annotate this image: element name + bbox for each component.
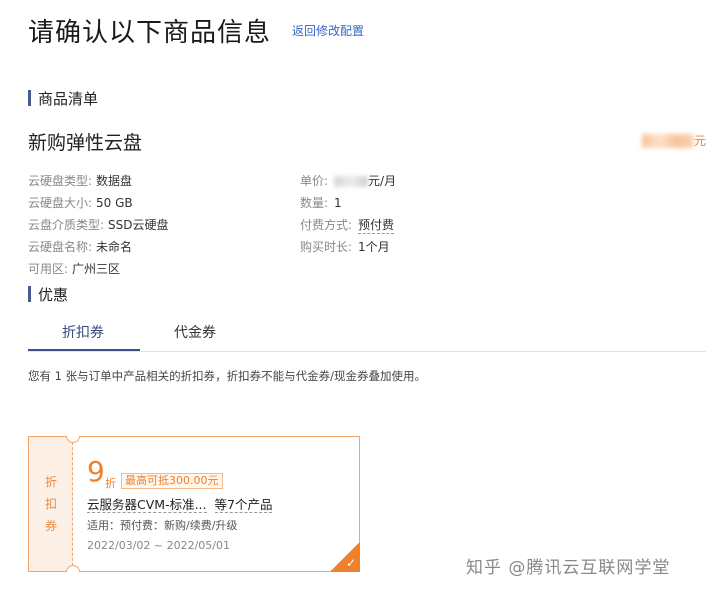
coupon-side-panel: 折 扣 券 bbox=[29, 437, 73, 571]
coupon-type-char: 折 bbox=[44, 475, 57, 489]
check-glyph: ✓ bbox=[345, 556, 356, 570]
spec-row: 云盘介质类型: SSD云硬盘 bbox=[28, 214, 169, 236]
coupon-type-char: 券 bbox=[44, 519, 57, 533]
product-total-price: 元 bbox=[641, 132, 706, 149]
spec-row: 可用区: 广州三区 bbox=[28, 258, 169, 280]
unit-price-suffix: 元/月 bbox=[368, 174, 397, 188]
coupon-notch-bottom bbox=[66, 565, 80, 572]
spec-key: 数量: bbox=[300, 196, 329, 210]
product-specs-right: 单价: 元/月 数量: 1 付费方式: 预付费 购买时长: 1个月 bbox=[300, 170, 396, 258]
spec-row: 云硬盘大小: 50 GB bbox=[28, 192, 169, 214]
spec-value: 数据盘 bbox=[96, 174, 133, 188]
coupon-product-more[interactable]: 等7个产品 bbox=[214, 497, 273, 513]
coupon-type-label: 折 扣 券 bbox=[29, 471, 73, 537]
coupon-tabs: 折扣券 代金券 bbox=[28, 312, 706, 352]
coupon-usage: 适用：预付费：新购/续费/升级 bbox=[87, 519, 238, 532]
price-currency: 元 bbox=[693, 134, 706, 148]
spec-value: 未命名 bbox=[96, 240, 133, 254]
coupon-discount-unit: 折 bbox=[105, 477, 116, 490]
spec-value: 50 GB bbox=[96, 196, 133, 210]
spec-key: 云硬盘类型: bbox=[28, 174, 93, 188]
spec-row-payment: 付费方式: 预付费 bbox=[300, 214, 396, 236]
coupon-max-deduction-badge: 最高可抵300.00元 bbox=[121, 473, 223, 489]
spec-key: 云硬盘大小: bbox=[28, 196, 93, 210]
tab-discount-coupon[interactable]: 折扣券 bbox=[62, 322, 104, 342]
spec-key: 云硬盘名称: bbox=[28, 240, 93, 254]
coupon-type-char: 扣 bbox=[44, 497, 57, 511]
watermark: 知乎 @腾讯云互联网学堂 bbox=[466, 558, 671, 578]
coupon-validity-date: 2022/03/02 ~ 2022/05/01 bbox=[87, 539, 231, 552]
section-heading-discount: 优惠 bbox=[28, 284, 68, 305]
spec-row: 云硬盘名称: 未命名 bbox=[28, 236, 169, 258]
spec-row-duration: 购买时长: 1个月 bbox=[300, 236, 396, 258]
tab-voucher[interactable]: 代金券 bbox=[174, 322, 216, 342]
back-to-config-link[interactable]: 返回修改配置 bbox=[292, 22, 364, 39]
price-blurred-value bbox=[641, 133, 694, 148]
spec-row-unit-price: 单价: 元/月 bbox=[300, 170, 396, 192]
coupon-discount-value: 9 bbox=[87, 455, 105, 488]
duration-value: 1个月 bbox=[358, 240, 390, 254]
spec-key: 付费方式: bbox=[300, 218, 353, 232]
product-name: 新购弹性云盘 bbox=[28, 132, 143, 154]
spec-row: 云硬盘类型: 数据盘 bbox=[28, 170, 169, 192]
coupon-product: 云服务器CVM-标准... 等7个产品 bbox=[87, 497, 273, 513]
payment-type-value[interactable]: 预付费 bbox=[358, 217, 395, 234]
selected-check-icon: ✓ bbox=[330, 542, 360, 572]
spec-value: SSD云硬盘 bbox=[108, 218, 169, 232]
spec-key: 单价: bbox=[300, 174, 329, 188]
spec-row-quantity: 数量: 1 bbox=[300, 192, 396, 214]
coupon-product-name[interactable]: 云服务器CVM-标准... bbox=[87, 497, 207, 513]
section-heading-product-list: 商品清单 bbox=[28, 88, 98, 109]
spec-key: 云盘介质类型: bbox=[28, 218, 105, 232]
page-title: 请确认以下商品信息 bbox=[28, 18, 272, 48]
unit-price-blurred bbox=[334, 175, 369, 187]
active-tab-indicator bbox=[28, 349, 140, 351]
quantity-value: 1 bbox=[334, 196, 342, 210]
spec-key: 购买时长: bbox=[300, 240, 353, 254]
product-specs-left: 云硬盘类型: 数据盘 云硬盘大小: 50 GB 云盘介质类型: SSD云硬盘 云硬盘名… bbox=[28, 170, 169, 280]
spec-key: 可用区: bbox=[28, 262, 69, 276]
spec-value: 广州三区 bbox=[72, 262, 121, 276]
coupon-notch-top bbox=[66, 436, 80, 443]
discount-coupon-card[interactable]: 折 扣 券 9 折 最高可抵300.00元 云服务器CVM-标准... 等7个产品… bbox=[28, 436, 360, 572]
coupon-note: 您有 1 张与订单中产品相关的折扣券，折扣券不能与代金券/现金券叠加使用。 bbox=[28, 369, 426, 383]
